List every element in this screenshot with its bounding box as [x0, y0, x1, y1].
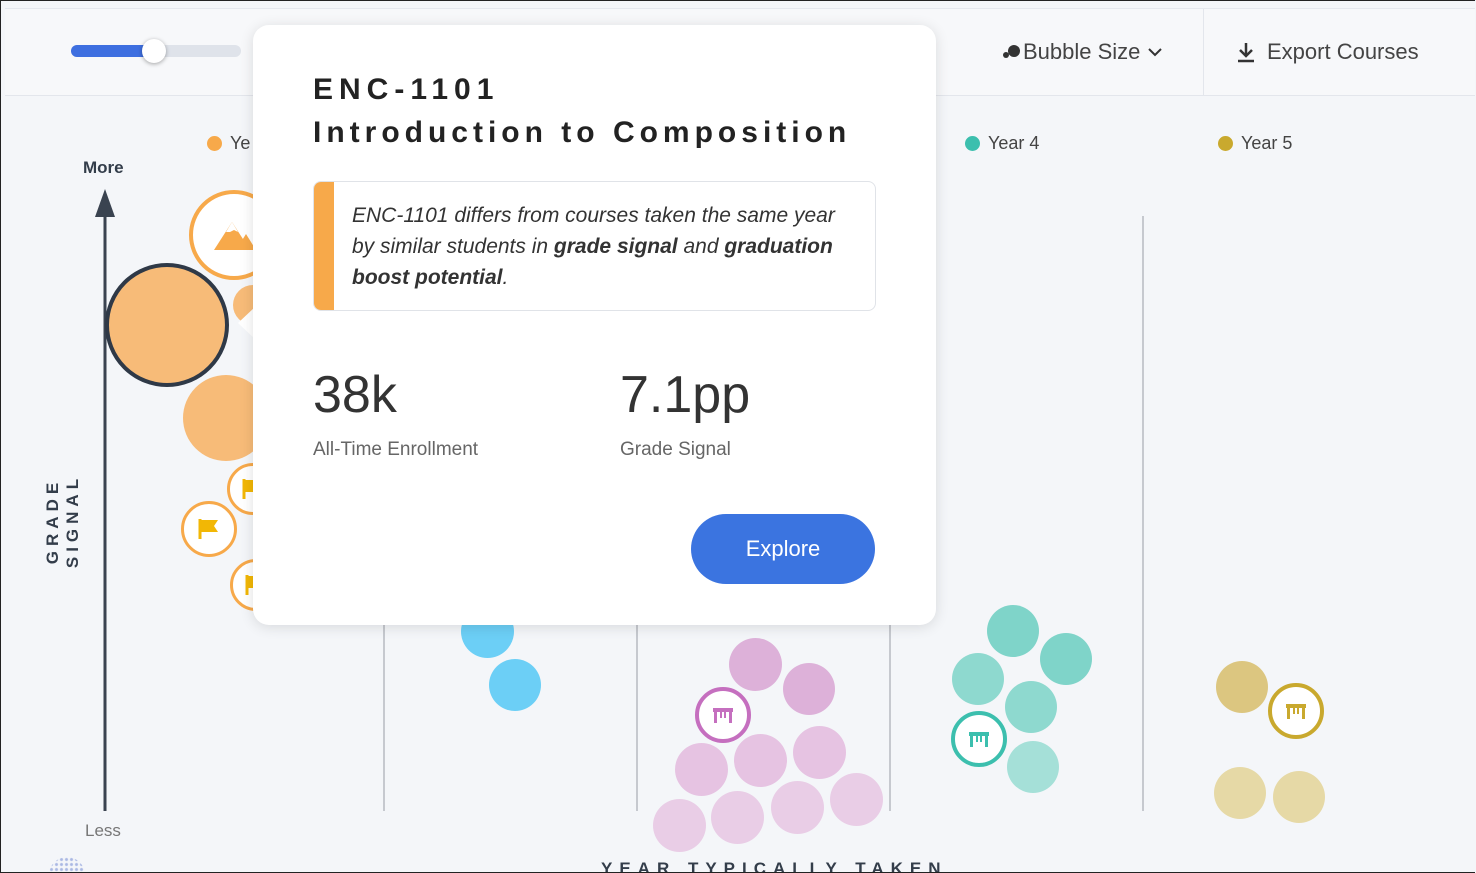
brand-logo	[49, 857, 85, 872]
gate-icon	[1286, 704, 1306, 719]
slider-thumb[interactable]	[142, 39, 166, 63]
legend-dot	[965, 136, 980, 151]
course-bubble-gate[interactable]	[695, 687, 751, 743]
y-axis-title: GRADE SIGNAL	[43, 473, 82, 569]
bubble-size-label: Bubble Size	[1023, 39, 1141, 64]
toolbar-divider	[1203, 9, 1204, 95]
gate-icon	[713, 708, 733, 723]
legend-year-5[interactable]: Year 5	[1218, 133, 1292, 154]
column-divider	[636, 601, 638, 811]
legend-dot	[207, 136, 222, 151]
course-bubble[interactable]	[1273, 771, 1325, 823]
grade-signal-value: 7.1pp	[620, 366, 751, 424]
callout-accent-bar	[314, 182, 334, 310]
course-bubble[interactable]	[653, 799, 706, 852]
course-bubble[interactable]	[771, 781, 824, 834]
bubbles-icon	[1003, 45, 1020, 58]
y-axis-arrow	[95, 189, 115, 811]
legend-label: Year 5	[1241, 133, 1293, 153]
course-bubble[interactable]	[987, 605, 1039, 657]
course-detail-popup: ENC-1101 Introduction to Composition ENC…	[253, 25, 936, 625]
course-bubble[interactable]	[1005, 681, 1057, 733]
legend-dot	[1218, 136, 1233, 151]
app-frame: Bubble Size Export Courses Ye Year 4 Yea…	[0, 0, 1475, 873]
flag-icon	[198, 519, 218, 539]
column-divider	[383, 601, 385, 811]
y-axis-less-label: Less	[85, 821, 121, 840]
course-bubble[interactable]	[1216, 661, 1268, 713]
legend-year-4[interactable]: Year 4	[965, 133, 1039, 154]
course-bubble[interactable]	[830, 773, 883, 826]
course-bubble[interactable]	[783, 663, 835, 715]
download-icon	[1238, 43, 1254, 63]
course-bubble[interactable]	[734, 734, 787, 787]
x-axis-title: YEAR TYPICALLY TAKEN	[601, 859, 948, 873]
bubble-size-dropdown[interactable]: Bubble Size	[1001, 35, 1164, 69]
course-bubble[interactable]	[1214, 767, 1266, 819]
course-bubble[interactable]	[1007, 741, 1059, 793]
course-bubble[interactable]	[489, 659, 541, 711]
grade-signal-label: Grade Signal	[620, 439, 731, 460]
mountain-icon	[214, 222, 256, 250]
course-bubble[interactable]	[1040, 633, 1092, 685]
course-bubble[interactable]	[793, 726, 846, 779]
gate-icon	[969, 732, 989, 747]
course-name: Introduction to Composition	[313, 116, 852, 149]
chevron-down-icon	[1148, 48, 1163, 57]
course-bubble[interactable]	[952, 653, 1004, 705]
course-bubble-flag[interactable]	[181, 501, 237, 557]
course-bubble-selected[interactable]	[105, 263, 229, 387]
enrollment-label: All-Time Enrollment	[313, 439, 479, 460]
insight-callout: ENC-1101 differs from courses taken the …	[313, 181, 876, 311]
legend-label: Ye	[230, 133, 251, 153]
export-courses-button[interactable]: Export Courses	[1235, 35, 1419, 69]
column-divider	[1142, 216, 1144, 811]
legend-label: Year 4	[988, 133, 1040, 153]
column-divider	[889, 601, 891, 811]
course-bubble-gate[interactable]	[1268, 683, 1324, 739]
legend-year-1[interactable]: Ye	[207, 133, 250, 154]
course-code: ENC-1101	[313, 73, 500, 106]
export-courses-label: Export Courses	[1267, 39, 1419, 64]
course-bubble[interactable]	[729, 638, 782, 691]
course-bubble-gate[interactable]	[951, 711, 1007, 767]
callout-text: ENC-1101 differs from courses taken the …	[352, 204, 835, 289]
enrollment-value: 38k	[313, 366, 397, 424]
y-axis-more-label: More	[83, 158, 124, 177]
course-bubble[interactable]	[675, 743, 728, 796]
course-bubble[interactable]	[711, 791, 764, 844]
explore-button[interactable]: Explore	[691, 514, 875, 584]
